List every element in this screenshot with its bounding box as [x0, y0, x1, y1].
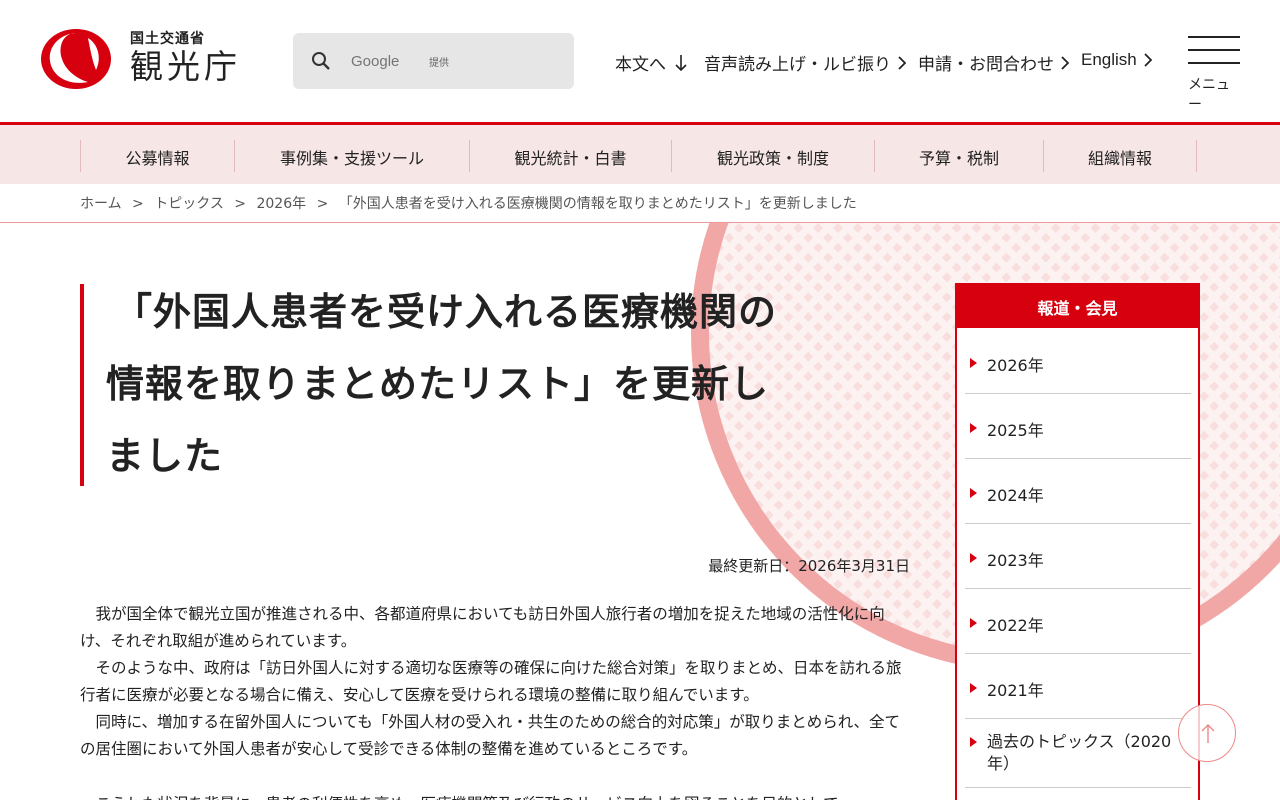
nav-item-recruitment[interactable]: 公募情報 — [81, 142, 234, 172]
contact-label: 申請・お問合わせ — [918, 55, 1054, 75]
menu-label: メニュー — [1188, 77, 1230, 113]
search-box[interactable]: 提供 — [293, 33, 574, 89]
breadcrumb-divider — [0, 222, 1280, 223]
ministry-name: 国土交通省 — [130, 31, 205, 47]
skip-to-content-label: 本文へ — [615, 55, 666, 75]
menu-icon-line — [1188, 36, 1240, 38]
accessibility-label: 音声読み上げ・ルビ振り — [704, 55, 891, 75]
english-link[interactable]: English — [1081, 50, 1152, 70]
nav-item-policy[interactable]: 観光政策・制度 — [672, 142, 874, 172]
sidebar-item-past-topics[interactable]: 過去のトピックス（2020年） — [965, 731, 1192, 775]
article-body: 我が国全体で観光立国が推進される中、各都道府県においても訪日外国人旅行者の増加を… — [80, 601, 910, 800]
english-label: English — [1081, 50, 1137, 69]
sidebar-divider — [965, 653, 1191, 654]
sidebar-item-label: 2021年 — [987, 681, 1044, 700]
sidebar-divider — [965, 588, 1191, 589]
article-paragraph: 同時に、増加する在留外国人についても「外国人材の受入れ・共生のための総合的対応策… — [80, 713, 900, 758]
nav-item-budget[interactable]: 予算・税制 — [875, 142, 1043, 172]
sidebar-item-label: 2026年 — [987, 356, 1044, 375]
breadcrumb-home[interactable]: ホーム — [80, 196, 122, 212]
sidebar-item-label: 過去のトピックス（2020年） — [987, 732, 1172, 773]
sidebar-item-label: 2025年 — [987, 421, 1044, 440]
breadcrumb-separator: > — [316, 196, 329, 212]
chevron-right-icon — [898, 55, 906, 70]
nav-item-case-studies[interactable]: 事例集・支援ツール — [235, 142, 469, 172]
sidebar-item-2024[interactable]: 2024年 — [965, 482, 1192, 506]
sidebar-item-label: 2024年 — [987, 486, 1044, 505]
triangle-right-icon — [970, 423, 977, 433]
breadcrumb: ホーム > トピックス > 2026年 > 「外国人患者を受け入れる医療機関の情… — [80, 193, 863, 213]
sidebar-divider — [965, 393, 1191, 394]
nav-item-organization[interactable]: 組織情報 — [1044, 142, 1196, 172]
article-paragraph: 我が国全体で観光立国が推進される中、各都道府県においても訪日外国人旅行者の増加を… — [80, 605, 885, 650]
triangle-right-icon — [970, 358, 977, 368]
sidebar-item-label: 2022年 — [987, 616, 1044, 635]
agency-name: 観光庁 — [130, 47, 241, 86]
sidebar-item-label: 2023年 — [987, 551, 1044, 570]
breadcrumb-separator: > — [132, 196, 144, 212]
search-input[interactable] — [351, 52, 551, 70]
breadcrumb-topics[interactable]: トピックス — [154, 196, 224, 212]
sidebar-divider — [965, 787, 1191, 788]
contact-link[interactable]: 申請・お問合わせ — [918, 50, 1069, 75]
global-nav: 公募情報 事例集・支援ツール 観光統計・白書 観光政策・制度 予算・税制 組織情… — [0, 122, 1280, 184]
back-to-top-button[interactable] — [1178, 704, 1236, 762]
site-header: 国土交通省 観光庁 提供 本文へ 音声読み上げ・ルビ振り 申請・お問合わせ En… — [0, 0, 1280, 122]
search-provided-label: 提供 — [429, 57, 449, 69]
page-title-line: ました — [106, 434, 224, 478]
triangle-right-icon — [970, 553, 977, 563]
nav-divider — [1196, 140, 1197, 172]
nav-item-statistics[interactable]: 観光統計・白書 — [470, 142, 671, 172]
menu-icon-line — [1188, 62, 1240, 64]
chevron-right-icon — [1061, 55, 1069, 70]
page-title: 「外国人患者を受け入れる医療機関の 情報を取りまとめたリスト」を更新し ました — [106, 276, 906, 492]
chevron-right-icon — [1144, 53, 1152, 67]
triangle-right-icon — [970, 618, 977, 628]
sidebar-divider — [965, 718, 1191, 719]
sidebar-heading: 報道・会見 — [957, 285, 1198, 328]
sidebar-item-2023[interactable]: 2023年 — [965, 547, 1192, 571]
sidebar-divider — [965, 523, 1191, 524]
last-updated: 最終更新日：2026年3月31日 — [708, 557, 910, 575]
article-paragraph: こうした状況を背景に、患者の利便性を高め、医療機関等及び行政のサービス向上を図る… — [80, 791, 910, 800]
article-paragraph: そのような中、政府は「訪日外国人に対する適切な医療等の確保に向けた総合対策」を取… — [80, 659, 902, 704]
site-logo[interactable]: 国土交通省 観光庁 — [40, 28, 241, 90]
sidebar-item-2025[interactable]: 2025年 — [965, 417, 1192, 441]
logo-mark-icon — [40, 28, 112, 90]
skip-to-content-link[interactable]: 本文へ — [615, 50, 688, 75]
search-icon[interactable] — [311, 51, 331, 71]
page-title-line: 情報を取りまとめたリスト」を更新し — [106, 362, 770, 406]
menu-button[interactable]: メニュー — [1188, 36, 1240, 113]
title-accent-bar — [80, 284, 84, 486]
sidebar-item-2021[interactable]: 2021年 — [965, 677, 1192, 701]
menu-icon-line — [1188, 49, 1240, 51]
sidebar-item-2022[interactable]: 2022年 — [965, 612, 1192, 636]
breadcrumb-year[interactable]: 2026年 — [256, 196, 306, 212]
breadcrumb-separator: > — [234, 196, 247, 212]
triangle-right-icon — [970, 683, 977, 693]
triangle-right-icon — [970, 737, 977, 747]
arrow-up-icon — [1201, 724, 1215, 743]
accessibility-link[interactable]: 音声読み上げ・ルビ振り — [704, 50, 906, 75]
sidebar-item-2026[interactable]: 2026年 — [965, 352, 1192, 376]
sidebar-divider — [965, 458, 1191, 459]
triangle-right-icon — [970, 488, 977, 498]
sidebar-press: 報道・会見 2026年 2025年 2024年 2023年 2022年 2021… — [955, 283, 1200, 800]
arrow-down-icon — [675, 54, 687, 71]
breadcrumb-current: 「外国人患者を受け入れる医療機関の情報を取りまとめたリスト」を更新しました — [338, 196, 857, 212]
page-title-line: 「外国人患者を受け入れる医療機関の — [114, 290, 778, 334]
